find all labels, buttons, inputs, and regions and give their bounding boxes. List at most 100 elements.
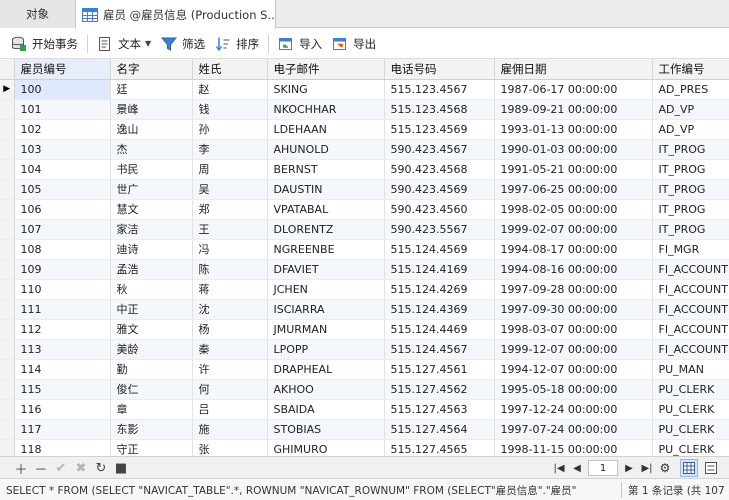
table-cell[interactable]: 1991-05-21 00:00:00 bbox=[494, 159, 653, 180]
table-cell[interactable]: 515.127.4562 bbox=[384, 379, 495, 400]
table-cell[interactable]: 吴 bbox=[192, 179, 268, 200]
table-cell[interactable]: 杨 bbox=[192, 319, 268, 340]
table-cell[interactable]: 东影 bbox=[110, 419, 193, 440]
next-page-icon[interactable]: ▶ bbox=[622, 461, 636, 475]
table-cell[interactable]: IT_PROG bbox=[652, 139, 729, 160]
table-cell[interactable]: 116 bbox=[14, 399, 111, 420]
table-cell[interactable]: 104 bbox=[14, 159, 111, 180]
table-cell[interactable]: 103 bbox=[14, 139, 111, 160]
table-cell[interactable]: 114 bbox=[14, 359, 111, 380]
table-cell[interactable]: 590.423.4569 bbox=[384, 179, 495, 200]
table-cell[interactable]: 冯 bbox=[192, 239, 268, 260]
table-cell[interactable]: 115 bbox=[14, 379, 111, 400]
table-cell[interactable]: 1997-09-28 00:00:00 bbox=[494, 279, 653, 300]
table-cell[interactable]: 慧文 bbox=[110, 199, 193, 220]
table-cell[interactable]: SBAIDA bbox=[267, 399, 385, 420]
row-indicator[interactable] bbox=[0, 239, 15, 260]
table-row[interactable]: 113 美龄秦 LPOPP 515.124.4567 1999-12-07 00:00:… bbox=[0, 339, 729, 360]
table-cell[interactable]: 沈 bbox=[192, 299, 268, 320]
table-cell[interactable]: 1994-12-07 00:00:00 bbox=[494, 359, 653, 380]
table-cell[interactable]: AD_VP bbox=[652, 99, 729, 120]
table-cell[interactable]: 1997-07-24 00:00:00 bbox=[494, 419, 653, 440]
table-cell[interactable]: GHIMURO bbox=[267, 439, 385, 456]
table-cell[interactable]: 赵 bbox=[192, 79, 268, 100]
add-record-icon[interactable]: ＋ bbox=[14, 461, 28, 478]
table-cell[interactable]: STOBIAS bbox=[267, 419, 385, 440]
table-cell[interactable]: 515.124.4567 bbox=[384, 339, 495, 360]
table-cell[interactable]: 秦 bbox=[192, 339, 268, 360]
table-cell[interactable]: 俊仁 bbox=[110, 379, 193, 400]
delete-record-icon[interactable]: － bbox=[34, 461, 48, 478]
table-cell[interactable]: 王 bbox=[192, 219, 268, 240]
table-cell[interactable]: 钱 bbox=[192, 99, 268, 120]
table-row[interactable]: 109 孟浩陈 DFAVIET 515.124.4169 1994-08-16 00:0… bbox=[0, 259, 729, 280]
table-cell[interactable]: 雅文 bbox=[110, 319, 193, 340]
table-cell[interactable]: 许 bbox=[192, 359, 268, 380]
table-cell[interactable]: DAUSTIN bbox=[267, 179, 385, 200]
table-cell[interactable]: 张 bbox=[192, 439, 268, 456]
table-cell[interactable]: 1993-01-13 00:00:00 bbox=[494, 119, 653, 140]
table-cell[interactable]: 118 bbox=[14, 439, 111, 456]
table-cell[interactable]: 美龄 bbox=[110, 339, 193, 360]
table-cell[interactable]: PU_CLERK bbox=[652, 399, 729, 420]
table-cell[interactable]: 515.124.4169 bbox=[384, 259, 495, 280]
table-row[interactable]: 105 世广吴 DAUSTIN 590.423.4569 1997-06-25 00:0… bbox=[0, 179, 729, 200]
table-cell[interactable]: 515.127.4561 bbox=[384, 359, 495, 380]
table-cell[interactable]: 515.123.4568 bbox=[384, 99, 495, 120]
table-row[interactable]: 101 景峰钱 NKOCHHAR 515.123.4568 1989-09-21 00:… bbox=[0, 99, 729, 120]
table-cell[interactable]: 105 bbox=[14, 179, 111, 200]
table-cell[interactable]: 中正 bbox=[110, 299, 193, 320]
row-indicator[interactable] bbox=[0, 259, 15, 280]
table-cell[interactable]: 515.127.4565 bbox=[384, 439, 495, 456]
table-row[interactable]: 111 中正沈 ISCIARRA 515.124.4369 1997-09-30 00:… bbox=[0, 299, 729, 320]
table-cell[interactable]: 515.123.4569 bbox=[384, 119, 495, 140]
table-cell[interactable]: 106 bbox=[14, 199, 111, 220]
table-cell[interactable]: PU_MAN bbox=[652, 359, 729, 380]
table-cell[interactable]: ISCIARRA bbox=[267, 299, 385, 320]
page-number-input[interactable]: 1 bbox=[588, 460, 618, 476]
table-cell[interactable]: 108 bbox=[14, 239, 111, 260]
row-indicator[interactable] bbox=[0, 319, 15, 340]
row-indicator[interactable] bbox=[0, 299, 15, 320]
table-cell[interactable]: 1997-09-30 00:00:00 bbox=[494, 299, 653, 320]
table-cell[interactable]: 1998-03-07 00:00:00 bbox=[494, 319, 653, 340]
table-row[interactable]: ▶ 100 廷赵 SKING 515.123.4567 1987-06-17 00:00:… bbox=[0, 79, 729, 100]
row-indicator[interactable] bbox=[0, 219, 15, 240]
table-cell[interactable]: NGREENBE bbox=[267, 239, 385, 260]
column-header[interactable]: 工作编号 bbox=[652, 59, 729, 80]
refresh-icon[interactable]: ↻ bbox=[94, 461, 108, 476]
tab-employee-table[interactable]: 雇员 @雇员信息 (Production S... bbox=[76, 0, 276, 29]
column-header[interactable]: 名字 bbox=[110, 59, 193, 80]
table-cell[interactable]: PU_CLERK bbox=[652, 379, 729, 400]
table-cell[interactable]: 590.423.4568 bbox=[384, 159, 495, 180]
apply-changes-icon[interactable]: ✔ bbox=[54, 461, 68, 476]
row-indicator[interactable] bbox=[0, 439, 15, 456]
table-cell[interactable]: 家洁 bbox=[110, 219, 193, 240]
table-cell[interactable]: 孙 bbox=[192, 119, 268, 140]
row-indicator[interactable] bbox=[0, 359, 15, 380]
table-cell[interactable]: 590.423.5567 bbox=[384, 219, 495, 240]
table-cell[interactable]: FI_ACCOUNT bbox=[652, 279, 729, 300]
column-header[interactable]: 雇员编号 bbox=[14, 59, 111, 80]
table-cell[interactable]: 515.124.4269 bbox=[384, 279, 495, 300]
table-cell[interactable]: 515.123.4567 bbox=[384, 79, 495, 100]
row-indicator[interactable] bbox=[0, 199, 15, 220]
table-cell[interactable]: JCHEN bbox=[267, 279, 385, 300]
table-cell[interactable]: DLORENTZ bbox=[267, 219, 385, 240]
table-cell[interactable]: 515.127.4563 bbox=[384, 399, 495, 420]
table-row[interactable]: 112 雅文杨 JMURMAN 515.124.4469 1998-03-07 00:0… bbox=[0, 319, 729, 340]
table-cell[interactable]: 111 bbox=[14, 299, 111, 320]
table-cell[interactable]: PU_CLERK bbox=[652, 439, 729, 456]
table-cell[interactable]: 515.124.4369 bbox=[384, 299, 495, 320]
table-cell[interactable]: 世广 bbox=[110, 179, 193, 200]
table-cell[interactable]: 廷 bbox=[110, 79, 193, 100]
row-indicator[interactable] bbox=[0, 339, 15, 360]
table-cell[interactable]: DRAPHEAL bbox=[267, 359, 385, 380]
stop-icon[interactable]: ■ bbox=[114, 461, 128, 476]
table-cell[interactable]: 1999-12-07 00:00:00 bbox=[494, 339, 653, 360]
table-cell[interactable]: 515.127.4564 bbox=[384, 419, 495, 440]
table-cell[interactable]: 515.124.4469 bbox=[384, 319, 495, 340]
table-cell[interactable]: 1998-11-15 00:00:00 bbox=[494, 439, 653, 456]
row-indicator[interactable] bbox=[0, 379, 15, 400]
begin-transaction-button[interactable]: 开始事务 bbox=[6, 32, 83, 56]
